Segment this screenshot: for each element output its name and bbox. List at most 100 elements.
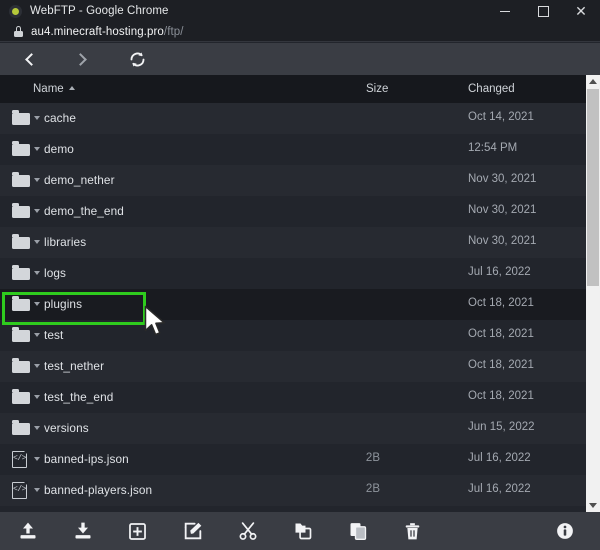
window-controls: ✕ — [486, 0, 600, 22]
row-expand-caret-icon[interactable] — [34, 178, 40, 182]
info-icon — [556, 523, 573, 539]
file-name: demo_nether — [44, 173, 115, 187]
column-header-name-label: Name — [33, 83, 64, 95]
column-header-name[interactable]: Name — [33, 83, 75, 95]
column-header-size[interactable]: Size — [366, 83, 388, 95]
refresh-button[interactable] — [115, 43, 159, 75]
file-changed-date: Jun 15, 2022 — [468, 421, 535, 433]
table-row[interactable]: cache Oct 14, 2021 — [0, 103, 586, 134]
column-header-changed[interactable]: Changed — [468, 83, 515, 95]
paste-button[interactable] — [330, 512, 385, 550]
chevron-right-icon — [74, 52, 87, 66]
file-size: 2B — [365, 452, 380, 464]
row-expand-caret-icon[interactable] — [34, 426, 40, 430]
file-changed-date: Oct 18, 2021 — [468, 297, 534, 309]
json-file-icon: </> — [12, 481, 30, 499]
folder-icon — [12, 141, 30, 157]
table-row[interactable]: logs Jul 16, 2022 — [0, 258, 586, 289]
table-row[interactable]: </> banned-ips.json 2B Jul 16, 2022 — [0, 444, 586, 475]
edit-button[interactable] — [165, 512, 220, 550]
file-name: banned-ips.json — [44, 452, 129, 466]
maximize-button[interactable] — [524, 0, 562, 22]
row-expand-caret-icon[interactable] — [34, 209, 40, 213]
back-button[interactable] — [8, 43, 52, 75]
row-expand-caret-icon[interactable] — [34, 147, 40, 151]
json-file-icon: </> — [12, 450, 30, 468]
table-row[interactable]: libraries Nov 30, 2021 — [0, 227, 586, 258]
title-bar: WebFTP - Google Chrome ✕ — [0, 0, 600, 22]
row-expand-caret-icon[interactable] — [34, 395, 40, 399]
folder-icon — [12, 203, 30, 219]
file-name: test_nether — [44, 359, 105, 373]
delete-button[interactable] — [385, 512, 440, 550]
table-row[interactable]: versions Jun 15, 2022 — [0, 413, 586, 444]
row-expand-caret-icon[interactable] — [34, 333, 40, 337]
row-expand-caret-icon[interactable] — [34, 457, 40, 461]
scrollbar-thumb[interactable] — [587, 89, 599, 286]
edit-icon — [184, 522, 201, 540]
cut-button[interactable] — [220, 512, 275, 550]
sort-ascending-icon — [68, 86, 75, 90]
table-row[interactable]: test_nether Oct 18, 2021 — [0, 351, 586, 382]
table-row[interactable]: demo_nether Nov 30, 2021 — [0, 165, 586, 196]
file-size: 2B — [365, 483, 380, 495]
close-button[interactable]: ✕ — [562, 0, 600, 22]
folder-icon — [12, 420, 30, 436]
address-host: au4.minecraft-hosting.pro — [31, 25, 164, 38]
table-row[interactable]: </> banned-players.json 2B Jul 16, 2022 — [0, 475, 586, 506]
paste-icon — [350, 523, 366, 540]
webftp-favicon-icon — [9, 4, 22, 18]
file-name: test — [44, 328, 64, 342]
file-list: cache Oct 14, 2021 demo 12:54 PM demo_nether… — [0, 103, 586, 512]
table-row[interactable]: test Oct 18, 2021 — [0, 320, 586, 351]
scroll-up-button[interactable] — [586, 75, 600, 88]
copy-button[interactable] — [275, 512, 330, 550]
forward-button[interactable] — [60, 43, 104, 75]
window-title: WebFTP - Google Chrome — [30, 5, 169, 17]
file-changed-date: Nov 30, 2021 — [468, 204, 537, 216]
upload-button[interactable] — [0, 512, 55, 550]
address-bar[interactable]: au4.minecraft-hosting.pro/ftp/ — [0, 22, 600, 42]
file-changed-date: Oct 14, 2021 — [468, 111, 534, 123]
new-folder-button[interactable] — [110, 512, 165, 550]
vertical-scrollbar[interactable] — [586, 75, 600, 512]
row-expand-caret-icon[interactable] — [34, 116, 40, 120]
file-changed-date: 12:54 PM — [468, 142, 518, 154]
address-path: /ftp/ — [163, 25, 184, 38]
file-name: versions — [44, 421, 89, 435]
table-row[interactable]: test_the_end Oct 18, 2021 — [0, 382, 586, 413]
download-button[interactable] — [55, 512, 110, 550]
folder-icon — [12, 265, 30, 281]
info-button[interactable] — [537, 512, 592, 550]
copy-icon — [295, 523, 311, 540]
file-changed-date: Oct 18, 2021 — [468, 390, 534, 402]
file-changed-date: Nov 30, 2021 — [468, 173, 537, 185]
new-folder-icon — [129, 522, 146, 540]
row-expand-caret-icon[interactable] — [34, 488, 40, 492]
table-row[interactable]: demo 12:54 PM — [0, 134, 586, 165]
upload-icon — [20, 522, 35, 539]
file-name: plugins — [44, 297, 83, 311]
folder-icon — [12, 358, 30, 374]
folder-icon — [12, 327, 30, 343]
table-row[interactable]: plugins Oct 18, 2021 — [0, 289, 586, 320]
folder-icon — [12, 172, 30, 188]
minimize-button[interactable] — [486, 0, 524, 22]
file-name: test_the_end — [44, 390, 114, 404]
row-expand-caret-icon[interactable] — [34, 240, 40, 244]
row-expand-caret-icon[interactable] — [34, 364, 40, 368]
folder-icon — [12, 110, 30, 126]
cut-icon — [238, 522, 257, 540]
row-expand-caret-icon[interactable] — [34, 302, 40, 306]
chevron-left-icon — [25, 52, 38, 66]
table-row[interactable]: demo_the_end Nov 30, 2021 — [0, 196, 586, 227]
file-name: demo — [44, 142, 74, 156]
file-name: demo_the_end — [44, 204, 124, 218]
scroll-down-button[interactable] — [586, 499, 600, 512]
file-changed-date: Jul 16, 2022 — [468, 266, 531, 278]
file-changed-date: Jul 16, 2022 — [468, 483, 531, 495]
row-expand-caret-icon[interactable] — [34, 271, 40, 275]
file-name: cache — [44, 111, 76, 125]
file-changed-date: Nov 30, 2021 — [468, 235, 537, 247]
scroll-down-icon — [589, 503, 597, 508]
